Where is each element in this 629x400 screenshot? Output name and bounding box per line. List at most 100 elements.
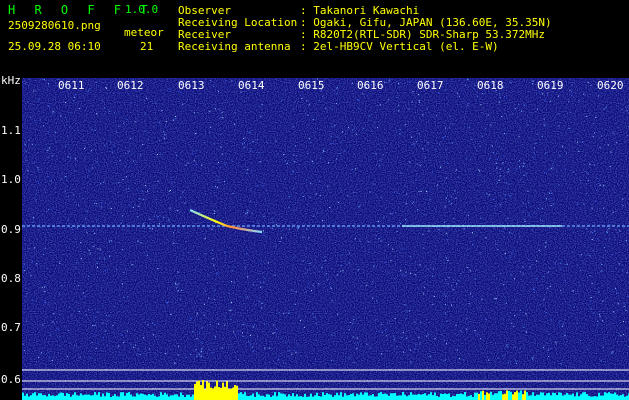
noise-speck [399, 85, 401, 87]
noise-speck [118, 125, 119, 127]
noise-speck [441, 229, 443, 231]
noise-speck [461, 89, 462, 91]
noise-speck [50, 180, 52, 182]
noise-speck [580, 180, 582, 181]
noise-speck [249, 335, 251, 336]
noise-speck [484, 180, 485, 182]
noise-speck [561, 131, 563, 133]
noise-speck [126, 240, 128, 242]
noise-speck [146, 97, 148, 99]
noise-speck [73, 170, 75, 172]
noise-speck [531, 112, 533, 114]
noise-speck [533, 152, 535, 154]
noise-speck [393, 192, 395, 194]
noise-speck [434, 212, 436, 214]
noise-speck [469, 321, 471, 323]
noise-speck [52, 250, 54, 252]
baseline-bar [238, 393, 240, 400]
baseline-bar [290, 396, 292, 400]
app-version: 1.0.0 [125, 3, 159, 16]
noise-speck [532, 357, 534, 359]
noise-speck [289, 228, 290, 230]
noise-speck [620, 243, 622, 245]
noise-speck [169, 207, 171, 209]
baseline-bar [418, 394, 420, 400]
noise-speck [231, 160, 233, 162]
noise-speck [125, 176, 127, 178]
noise-speck [105, 87, 107, 89]
noise-speck [608, 228, 610, 230]
noise-speck [71, 315, 73, 317]
noise-speck [580, 340, 581, 342]
noise-speck [177, 242, 179, 244]
noise-speck [84, 227, 86, 228]
noise-speck [392, 213, 394, 214]
noise-speck [352, 336, 354, 338]
noise-speck [408, 108, 410, 110]
noise-speck [334, 124, 336, 126]
baseline-bar [68, 393, 70, 400]
noise-speck [294, 303, 296, 305]
noise-speck [148, 188, 150, 190]
noise-speck [154, 212, 156, 214]
noise-speck [497, 357, 499, 359]
noise-speck [229, 310, 231, 312]
noise-speck [406, 318, 408, 319]
noise-speck [351, 139, 353, 141]
noise-speck [455, 324, 457, 326]
noise-speck [348, 329, 350, 331]
noise-speck [136, 96, 138, 98]
noise-speck [386, 160, 387, 162]
noise-speck [406, 337, 408, 339]
noise-speck [508, 270, 510, 272]
noise-speck [448, 127, 450, 129]
noise-speck [196, 355, 198, 357]
noise-speck [622, 269, 624, 271]
noise-speck [28, 213, 30, 215]
noise-speck [220, 117, 222, 119]
noise-speck [624, 239, 626, 241]
noise-speck [155, 102, 157, 104]
noise-speck [298, 226, 300, 228]
baseline-bar [46, 396, 48, 400]
noise-speck [522, 211, 524, 213]
noise-speck [486, 113, 488, 115]
noise-speck [252, 108, 254, 110]
noise-speck [246, 212, 248, 214]
noise-speck [211, 352, 213, 354]
noise-speck [193, 160, 195, 162]
noise-speck [439, 143, 441, 145]
noise-speck [284, 294, 286, 296]
noise-speck [293, 187, 295, 189]
noise-speck [511, 253, 513, 255]
noise-speck [255, 93, 257, 95]
noise-speck [157, 153, 158, 155]
noise-speck [419, 343, 421, 345]
noise-speck [559, 155, 561, 157]
noise-speck [554, 263, 556, 265]
noise-speck [74, 170, 76, 172]
noise-speck [451, 304, 452, 306]
baseline-bar [598, 392, 600, 400]
noise-speck [196, 313, 198, 315]
baseline-bar [376, 396, 378, 400]
noise-speck [519, 166, 521, 168]
noise-speck [348, 262, 350, 264]
noise-speck [113, 333, 115, 335]
noise-speck [501, 116, 503, 117]
noise-speck [231, 344, 233, 346]
noise-speck [252, 346, 254, 348]
baseline-bar [602, 395, 604, 400]
noise-speck [126, 205, 128, 207]
noise-speck [471, 138, 473, 140]
baseline-bar [56, 395, 58, 400]
noise-speck [199, 332, 200, 334]
noise-speck [503, 256, 505, 258]
noise-speck [381, 331, 383, 333]
noise-speck [71, 226, 73, 228]
noise-speck [374, 122, 376, 124]
noise-speck [246, 324, 248, 326]
baseline-bar [524, 390, 526, 400]
noise-speck [213, 264, 215, 266]
noise-speck [514, 217, 516, 218]
